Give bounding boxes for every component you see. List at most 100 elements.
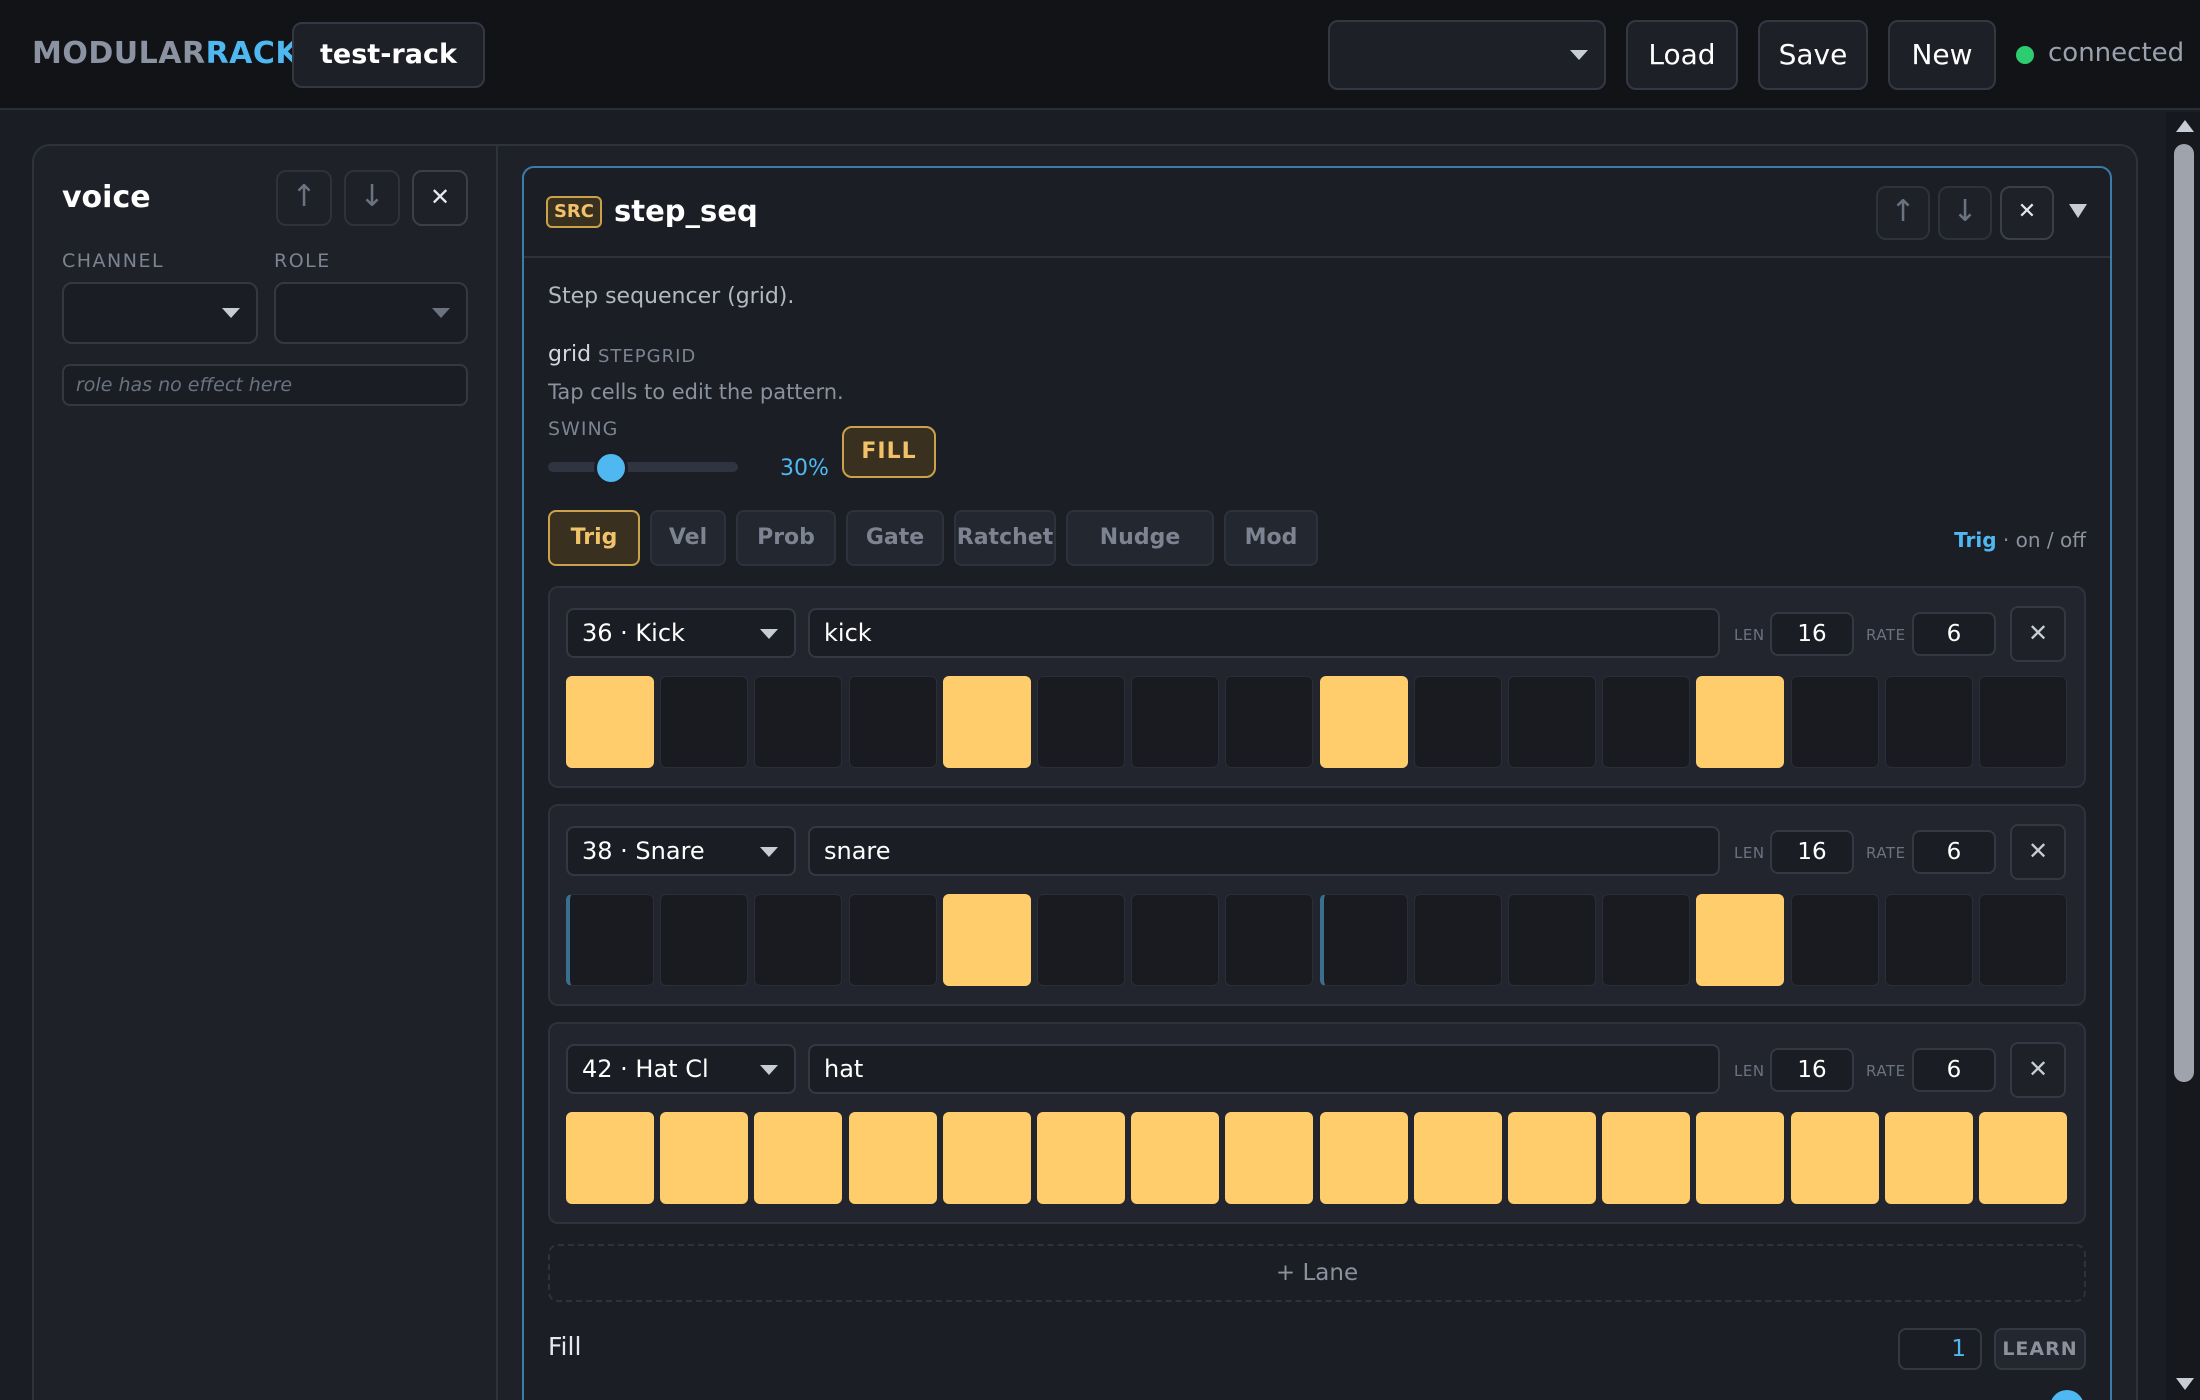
lane-name-input[interactable]: snare bbox=[808, 826, 1720, 876]
lane-rate-input[interactable]: 6 bbox=[1912, 1048, 1996, 1092]
step-cell[interactable] bbox=[1790, 1112, 1879, 1204]
step-cell[interactable] bbox=[754, 1112, 843, 1204]
lane-name-input[interactable]: kick bbox=[808, 608, 1720, 658]
lane-rate-input[interactable]: 6 bbox=[1912, 612, 1996, 656]
tab-mod[interactable]: Mod bbox=[1224, 510, 1318, 566]
step-cell[interactable] bbox=[660, 676, 749, 768]
load-button[interactable]: Load bbox=[1626, 20, 1738, 90]
channel-select[interactable] bbox=[62, 282, 258, 344]
new-button[interactable]: New bbox=[1888, 20, 1996, 90]
fill-button[interactable]: FILL bbox=[842, 426, 936, 478]
step-cell[interactable] bbox=[848, 676, 937, 768]
lane-note-value: 42 · Hat Cl bbox=[582, 1055, 709, 1083]
tab-gate[interactable]: Gate bbox=[846, 510, 944, 566]
step-cell[interactable] bbox=[1508, 894, 1596, 986]
step-cell[interactable] bbox=[1979, 1112, 2067, 1204]
step-cell[interactable] bbox=[566, 676, 654, 768]
fill-row-label: Fill bbox=[548, 1332, 582, 1361]
voice-move-down-button[interactable]: ↓ bbox=[344, 170, 400, 226]
step-cell[interactable] bbox=[1319, 676, 1408, 768]
step-cell[interactable] bbox=[566, 894, 654, 986]
step-cell[interactable] bbox=[1225, 1112, 1314, 1204]
step-cell[interactable] bbox=[1319, 894, 1408, 986]
module-move-down-button[interactable]: ↓ bbox=[1938, 186, 1992, 240]
lane-note-select[interactable]: 36 · Kick bbox=[566, 608, 796, 658]
step-cell[interactable] bbox=[754, 676, 843, 768]
lane-len-input[interactable]: 16 bbox=[1770, 1048, 1854, 1092]
voice-move-up-button[interactable]: ↑ bbox=[276, 170, 332, 226]
lane-len-input[interactable]: 16 bbox=[1770, 612, 1854, 656]
save-button[interactable]: Save bbox=[1758, 20, 1868, 90]
step-cell[interactable] bbox=[754, 894, 843, 986]
step-cell[interactable] bbox=[942, 1112, 1031, 1204]
step-cell[interactable] bbox=[660, 1112, 749, 1204]
tab-nudge[interactable]: Nudge bbox=[1066, 510, 1214, 566]
module-header bbox=[524, 168, 2110, 258]
step-cell[interactable] bbox=[1884, 676, 1973, 768]
swing-slider-track[interactable] bbox=[548, 462, 738, 472]
role-select[interactable] bbox=[274, 282, 468, 344]
param-type: STEPGRID bbox=[598, 346, 697, 367]
step-cell[interactable] bbox=[1790, 676, 1879, 768]
step-cell[interactable] bbox=[1979, 676, 2067, 768]
step-cell[interactable] bbox=[1696, 894, 1785, 986]
step-cell[interactable] bbox=[1508, 1112, 1596, 1204]
step-cell[interactable] bbox=[1037, 1112, 1125, 1204]
lane-note-select[interactable]: 38 · Snare bbox=[566, 826, 796, 876]
tab-vel[interactable]: Vel bbox=[650, 510, 726, 566]
scrollbar-thumb[interactable] bbox=[2174, 144, 2194, 1082]
learn-button[interactable]: LEARN bbox=[1994, 1328, 2086, 1370]
step-cell[interactable] bbox=[1413, 1112, 1502, 1204]
step-cell[interactable] bbox=[1131, 1112, 1220, 1204]
step-cell[interactable] bbox=[942, 676, 1031, 768]
collapse-triangle-icon[interactable] bbox=[2069, 204, 2087, 218]
lane-remove-button[interactable]: ✕ bbox=[2010, 824, 2066, 880]
lane-note-select[interactable]: 42 · Hat Cl bbox=[566, 1044, 796, 1094]
lane-remove-button[interactable]: ✕ bbox=[2010, 606, 2066, 662]
scroll-down-arrow-icon[interactable] bbox=[2176, 1378, 2194, 1390]
step-cell[interactable] bbox=[1884, 1112, 1973, 1204]
tab-ratchet[interactable]: Ratchet bbox=[954, 510, 1056, 566]
lane-name-input[interactable]: hat bbox=[808, 1044, 1720, 1094]
step-cell[interactable] bbox=[1413, 894, 1502, 986]
preset-select[interactable] bbox=[1328, 20, 1606, 90]
lane-rate-input[interactable]: 6 bbox=[1912, 830, 1996, 874]
fill-value-input[interactable]: 1 bbox=[1898, 1328, 1982, 1370]
step-cell[interactable] bbox=[1037, 676, 1125, 768]
lane-remove-button[interactable]: ✕ bbox=[2010, 1042, 2066, 1098]
step-cell[interactable] bbox=[1602, 894, 1691, 986]
step-cell[interactable] bbox=[1319, 1112, 1408, 1204]
module-remove-button[interactable]: ✕ bbox=[2000, 186, 2054, 240]
scroll-up-arrow-icon[interactable] bbox=[2176, 120, 2194, 132]
arrow-up-icon: ↑ bbox=[1890, 194, 1916, 229]
param-hint: Tap cells to edit the pattern. bbox=[548, 380, 844, 404]
tab-trig[interactable]: Trig bbox=[548, 510, 640, 566]
step-cell[interactable] bbox=[1884, 894, 1973, 986]
module-move-up-button[interactable]: ↑ bbox=[1876, 186, 1930, 240]
step-cell[interactable] bbox=[1508, 676, 1596, 768]
step-cell[interactable] bbox=[1131, 676, 1220, 768]
lane-len-input[interactable]: 16 bbox=[1770, 830, 1854, 874]
step-cell[interactable] bbox=[848, 1112, 937, 1204]
step-cell[interactable] bbox=[1225, 894, 1314, 986]
arrow-down-icon: ↓ bbox=[359, 179, 385, 214]
step-cell[interactable] bbox=[1790, 894, 1879, 986]
step-cell[interactable] bbox=[1602, 1112, 1691, 1204]
step-cell[interactable] bbox=[1696, 676, 1785, 768]
step-cell[interactable] bbox=[1696, 1112, 1785, 1204]
step-cell[interactable] bbox=[660, 894, 749, 986]
tab-prob[interactable]: Prob bbox=[736, 510, 836, 566]
step-cell[interactable] bbox=[1131, 894, 1220, 986]
step-cell[interactable] bbox=[1602, 676, 1691, 768]
step-cell[interactable] bbox=[942, 894, 1031, 986]
step-cell[interactable] bbox=[1979, 894, 2067, 986]
step-cell[interactable] bbox=[1037, 894, 1125, 986]
add-lane-button[interactable]: + Lane bbox=[548, 1244, 2086, 1302]
voice-remove-button[interactable]: ✕ bbox=[412, 170, 468, 226]
step-cell[interactable] bbox=[1225, 676, 1314, 768]
rack-name-button[interactable]: test-rack bbox=[292, 22, 485, 88]
step-cell[interactable] bbox=[1413, 676, 1502, 768]
step-cell[interactable] bbox=[848, 894, 937, 986]
step-cell[interactable] bbox=[566, 1112, 654, 1204]
swing-slider-thumb[interactable] bbox=[594, 451, 628, 485]
